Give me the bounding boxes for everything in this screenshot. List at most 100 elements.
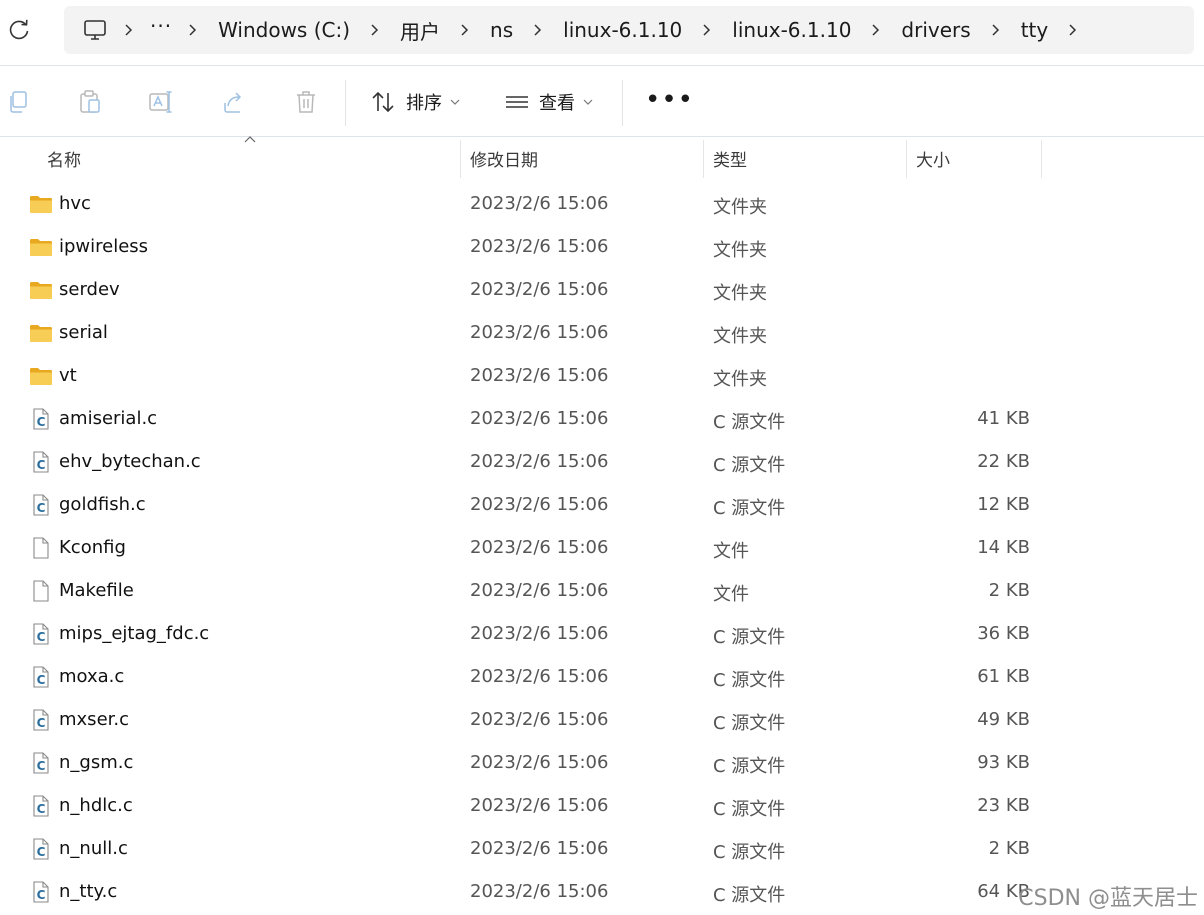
sort-button[interactable]: 排序: [370, 86, 460, 118]
breadcrumb-item[interactable]: 用户: [396, 16, 444, 45]
breadcrumb-overflow[interactable]: ···: [150, 14, 172, 38]
file-size: 22 KB: [977, 451, 1030, 472]
column-header-date[interactable]: 修改日期: [470, 137, 700, 179]
column-header-name[interactable]: 名称: [47, 137, 457, 179]
delete-icon[interactable]: [293, 89, 319, 115]
file-row[interactable]: Cmxser.c 2023/2/6 15:06 C 源文件 49 KB: [0, 699, 1204, 742]
chevron-right-icon[interactable]: [368, 23, 382, 37]
this-pc-icon[interactable]: [82, 17, 108, 43]
breadcrumb-item[interactable]: drivers: [897, 18, 974, 42]
copy-icon[interactable]: [6, 89, 32, 115]
file-row[interactable]: hvc 2023/2/6 15:06 文件夹: [0, 183, 1204, 226]
file-name: Kconfig: [59, 537, 126, 558]
breadcrumb-item[interactable]: linux-6.1.10: [559, 18, 686, 42]
column-header-type[interactable]: 类型: [713, 137, 903, 179]
file-row[interactable]: Makefile 2023/2/6 15:06 文件 2 KB: [0, 570, 1204, 613]
file-modified-date: 2023/2/6 15:06: [470, 666, 609, 687]
column-header-label: 修改日期: [470, 150, 538, 171]
file-type: C 源文件: [713, 412, 786, 433]
file-modified-date: 2023/2/6 15:06: [470, 279, 609, 300]
file-type: C 源文件: [713, 498, 786, 519]
breadcrumb: ··· Windows (C:) 用户 ns linux-6.1.10 linu…: [64, 6, 1094, 54]
file-row[interactable]: serial 2023/2/6 15:06 文件夹: [0, 312, 1204, 355]
file-row[interactable]: serdev 2023/2/6 15:06 文件夹: [0, 269, 1204, 312]
file-size: 49 KB: [977, 709, 1030, 730]
c-file-icon: C: [29, 708, 53, 732]
view-label: 查看: [539, 93, 575, 114]
file-type: 文件: [713, 541, 749, 562]
file-row[interactable]: Cehv_bytechan.c 2023/2/6 15:06 C 源文件 22 KB: [0, 441, 1204, 484]
breadcrumb-item[interactable]: linux-6.1.10: [728, 18, 855, 42]
file-row[interactable]: Cn_gsm.c 2023/2/6 15:06 C 源文件 93 KB: [0, 742, 1204, 785]
file-name: hvc: [59, 193, 91, 214]
chevron-right-icon[interactable]: [1066, 23, 1080, 37]
file-row[interactable]: Cgoldfish.c 2023/2/6 15:06 C 源文件 12 KB: [0, 484, 1204, 527]
file-size: 2 KB: [988, 580, 1030, 601]
column-header-label: 大小: [916, 150, 950, 171]
address-bar[interactable]: ··· Windows (C:) 用户 ns linux-6.1.10 linu…: [64, 6, 1194, 54]
file-row[interactable]: Camiserial.c 2023/2/6 15:06 C 源文件 41 KB: [0, 398, 1204, 441]
file-row[interactable]: vt 2023/2/6 15:06 文件夹: [0, 355, 1204, 398]
sort-label: 排序: [406, 93, 442, 114]
file-row[interactable]: Kconfig 2023/2/6 15:06 文件 14 KB: [0, 527, 1204, 570]
chevron-right-icon[interactable]: [458, 23, 472, 37]
file-type: 文件夹: [713, 283, 767, 304]
more-options-button[interactable]: •••: [645, 87, 694, 113]
svg-text:C: C: [37, 802, 46, 816]
file-name: n_tty.c: [59, 881, 118, 902]
chevron-right-icon[interactable]: [122, 23, 136, 37]
file-name: mxser.c: [59, 709, 130, 730]
c-file-icon: C: [29, 837, 53, 861]
svg-text:C: C: [37, 501, 46, 515]
file-type: 文件夹: [713, 240, 767, 261]
rename-icon[interactable]: [148, 89, 174, 115]
file-size: 2 KB: [988, 838, 1030, 859]
file-modified-date: 2023/2/6 15:06: [470, 193, 609, 214]
column-divider[interactable]: [460, 140, 461, 178]
column-header-label: 名称: [47, 150, 81, 171]
refresh-icon[interactable]: [6, 17, 32, 43]
file-modified-date: 2023/2/6 15:06: [470, 795, 609, 816]
column-divider[interactable]: [1041, 140, 1042, 178]
breadcrumb-item[interactable]: tty: [1017, 18, 1053, 42]
file-type: C 源文件: [713, 756, 786, 777]
chevron-right-icon[interactable]: [869, 23, 883, 37]
share-icon[interactable]: [221, 89, 247, 115]
file-modified-date: 2023/2/6 15:06: [470, 365, 609, 386]
chevron-right-icon[interactable]: [186, 23, 200, 37]
breadcrumb-item[interactable]: ns: [486, 18, 517, 42]
column-header-label: 类型: [713, 150, 747, 171]
svg-text:C: C: [37, 759, 46, 773]
file-size: 41 KB: [977, 408, 1030, 429]
column-header-size[interactable]: 大小: [916, 137, 1036, 179]
file-size: 61 KB: [977, 666, 1030, 687]
file-type: 文件: [713, 584, 749, 605]
file-icon: [29, 579, 53, 603]
file-name: n_hdlc.c: [59, 795, 133, 816]
svg-text:C: C: [37, 630, 46, 644]
toolbar-divider: [345, 80, 346, 126]
file-modified-date: 2023/2/6 15:06: [470, 236, 609, 257]
view-icon: [506, 96, 528, 108]
breadcrumb-item[interactable]: Windows (C:): [214, 18, 354, 42]
paste-icon[interactable]: [77, 89, 103, 115]
file-row[interactable]: Cn_hdlc.c 2023/2/6 15:06 C 源文件 23 KB: [0, 785, 1204, 828]
file-row[interactable]: Cmoxa.c 2023/2/6 15:06 C 源文件 61 KB: [0, 656, 1204, 699]
chevron-right-icon[interactable]: [700, 23, 714, 37]
file-name: ipwireless: [59, 236, 149, 257]
file-row[interactable]: Cmips_ejtag_fdc.c 2023/2/6 15:06 C 源文件 36 K…: [0, 613, 1204, 656]
column-divider[interactable]: [906, 140, 907, 178]
file-row[interactable]: Cn_null.c 2023/2/6 15:06 C 源文件 2 KB: [0, 828, 1204, 871]
chevron-right-icon[interactable]: [531, 23, 545, 37]
c-file-icon: C: [29, 450, 53, 474]
chevron-right-icon[interactable]: [989, 23, 1003, 37]
file-name: n_null.c: [59, 838, 128, 859]
chevron-down-icon: [583, 99, 593, 105]
file-type: C 源文件: [713, 799, 786, 820]
column-divider[interactable]: [703, 140, 704, 178]
view-button[interactable]: 查看: [505, 86, 593, 118]
file-size: 23 KB: [977, 795, 1030, 816]
file-type: 文件夹: [713, 369, 767, 390]
folder-icon: [29, 235, 53, 259]
file-row[interactable]: ipwireless 2023/2/6 15:06 文件夹: [0, 226, 1204, 269]
